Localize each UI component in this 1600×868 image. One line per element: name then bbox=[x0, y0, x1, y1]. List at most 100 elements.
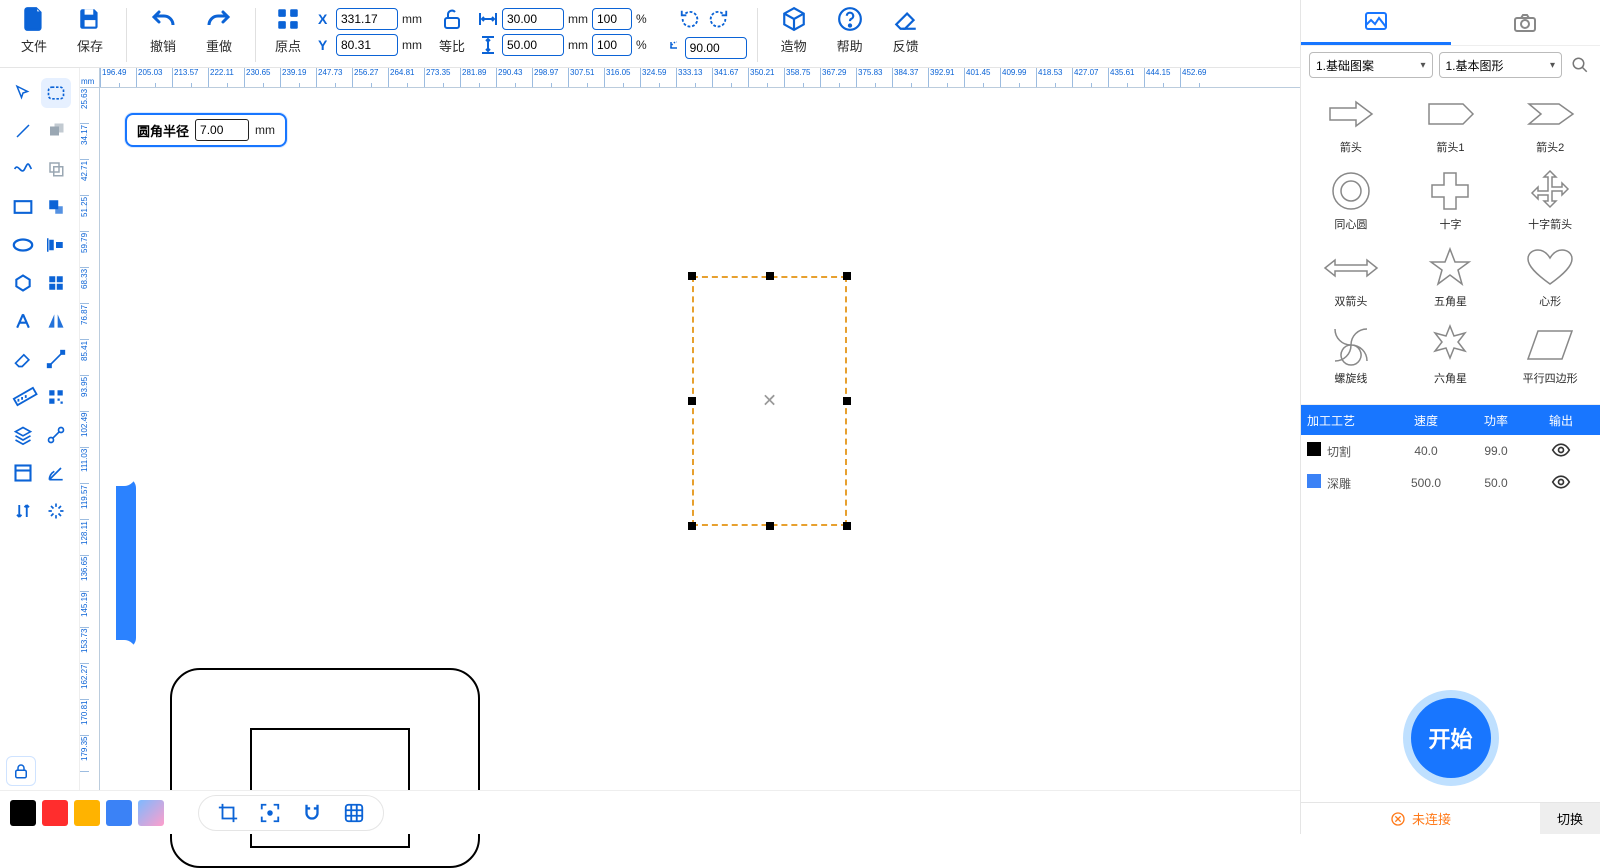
selection-rect[interactable]: ✕ bbox=[692, 276, 847, 526]
ellipse-tool-icon[interactable] bbox=[8, 230, 38, 260]
curve-tool-icon[interactable] bbox=[8, 154, 38, 184]
ruler-h-tick: 316.05 bbox=[604, 68, 640, 87]
ruler-corner: mm bbox=[80, 68, 100, 88]
process-table: 加工工艺 速度 功率 输出 切割40.099.0深雕500.050.0 bbox=[1301, 404, 1600, 499]
color-swatch[interactable] bbox=[74, 800, 100, 826]
width-pct-input[interactable] bbox=[592, 8, 632, 30]
y-input[interactable] bbox=[336, 34, 398, 56]
shape-item[interactable]: 心形 bbox=[1500, 244, 1600, 319]
category-select-2[interactable]: 1.基本图形 bbox=[1439, 52, 1563, 78]
rotate-cw-icon[interactable] bbox=[707, 8, 729, 35]
shape-item[interactable]: 螺旋线 bbox=[1301, 321, 1401, 396]
table-row[interactable]: 深雕500.050.0 bbox=[1301, 467, 1600, 499]
eye-icon[interactable] bbox=[1551, 443, 1571, 457]
color-swatch[interactable] bbox=[10, 800, 36, 826]
x-unit: mm bbox=[402, 12, 422, 26]
rotate-input[interactable] bbox=[685, 37, 747, 59]
ruler-v-tick: 51.25 bbox=[80, 196, 89, 232]
canvas-area[interactable]: mm 196.49205.03213.57222.11230.65239.192… bbox=[80, 68, 1300, 790]
erase-tool-icon[interactable] bbox=[8, 344, 38, 374]
redo-button[interactable]: 重做 bbox=[193, 4, 245, 60]
align-icon[interactable] bbox=[41, 230, 71, 260]
grid-icon[interactable] bbox=[341, 800, 367, 826]
eye-icon[interactable] bbox=[1551, 475, 1571, 489]
height-pct-input[interactable] bbox=[592, 34, 632, 56]
select-tool-icon[interactable] bbox=[8, 78, 38, 108]
tab-camera[interactable] bbox=[1451, 0, 1600, 45]
switch-button[interactable]: 切换 bbox=[1540, 803, 1600, 834]
edit-node-icon[interactable] bbox=[41, 344, 71, 374]
color-swatch[interactable] bbox=[106, 800, 132, 826]
crop-icon[interactable] bbox=[215, 800, 241, 826]
blue-bracket-shape[interactable] bbox=[116, 478, 136, 648]
undo-button[interactable]: 撤销 bbox=[137, 4, 189, 60]
rounded-rect-tool-icon[interactable] bbox=[41, 78, 71, 108]
dual-square-icon[interactable] bbox=[41, 192, 71, 222]
stage[interactable]: 圆角半径 mm ✕ bbox=[100, 88, 1300, 790]
shape-item[interactable]: 箭头1 bbox=[1401, 90, 1501, 165]
origin-button[interactable]: 原点 bbox=[266, 4, 310, 60]
shape-preview-icon bbox=[1321, 92, 1381, 136]
copy-icon[interactable] bbox=[41, 154, 71, 184]
layers-icon[interactable] bbox=[8, 420, 38, 450]
corner-radius-label: 圆角半径 bbox=[137, 121, 189, 140]
text-tool-icon[interactable] bbox=[8, 306, 38, 336]
width-input[interactable] bbox=[502, 8, 564, 30]
shape-item[interactable]: 箭头2 bbox=[1500, 90, 1600, 165]
make-label: 造物 bbox=[781, 36, 807, 55]
protractor-icon[interactable] bbox=[41, 458, 71, 488]
x-input[interactable] bbox=[336, 8, 398, 30]
tab-gallery[interactable] bbox=[1301, 0, 1451, 45]
eraser-icon bbox=[891, 4, 921, 34]
rect-tool-icon[interactable] bbox=[8, 192, 38, 222]
ruler-h-tick: 452.69 bbox=[1180, 68, 1216, 87]
ruler-h-tick: 264.81 bbox=[388, 68, 424, 87]
shape-item[interactable]: 箭头 bbox=[1301, 90, 1401, 165]
help-button[interactable]: 帮助 bbox=[824, 4, 876, 60]
sort-icon[interactable] bbox=[8, 496, 38, 526]
ruler-tool-icon[interactable] bbox=[8, 382, 38, 412]
feedback-button[interactable]: 反馈 bbox=[880, 4, 932, 60]
lock-ratio-button[interactable]: 等比 bbox=[432, 4, 472, 60]
feedback-label: 反馈 bbox=[893, 36, 919, 55]
grid-shape-icon[interactable] bbox=[41, 268, 71, 298]
line-tool-icon[interactable] bbox=[8, 116, 38, 146]
search-icon[interactable] bbox=[1568, 53, 1592, 77]
ruler-h-tick: 196.49 bbox=[100, 68, 136, 87]
shape-item[interactable]: 双箭头 bbox=[1301, 244, 1401, 319]
shape-item[interactable]: 六角星 bbox=[1401, 321, 1501, 396]
shape-label: 心形 bbox=[1539, 293, 1561, 309]
connection-status[interactable]: 未连接 bbox=[1301, 803, 1540, 834]
polygon-tool-icon[interactable] bbox=[8, 268, 38, 298]
table-row[interactable]: 切割40.099.0 bbox=[1301, 435, 1600, 467]
magnet-icon[interactable] bbox=[299, 800, 325, 826]
height-input[interactable] bbox=[502, 34, 564, 56]
disconnected-label: 未连接 bbox=[1412, 809, 1451, 828]
shape-item[interactable]: 十字箭头 bbox=[1500, 167, 1600, 242]
undo-label: 撤销 bbox=[150, 36, 176, 55]
rotate-ccw-icon[interactable] bbox=[679, 8, 701, 35]
color-swatch[interactable] bbox=[42, 800, 68, 826]
category-select-1[interactable]: 1.基础图案 bbox=[1309, 52, 1433, 78]
make-button[interactable]: 造物 bbox=[768, 4, 820, 60]
artboard-icon[interactable] bbox=[8, 458, 38, 488]
burst-icon[interactable] bbox=[41, 496, 71, 526]
path-tool-icon[interactable] bbox=[41, 420, 71, 450]
shape-item[interactable]: 五角星 bbox=[1401, 244, 1501, 319]
qrcode-icon[interactable] bbox=[41, 382, 71, 412]
start-button[interactable]: 开始 bbox=[1403, 690, 1499, 786]
select2-value: 1.基本图形 bbox=[1446, 57, 1504, 74]
color-swatch[interactable] bbox=[138, 800, 164, 826]
shape-item[interactable]: 同心圆 bbox=[1301, 167, 1401, 242]
corner-radius-input[interactable] bbox=[195, 119, 249, 141]
shape-fill-icon[interactable] bbox=[41, 116, 71, 146]
lock-canvas-icon[interactable] bbox=[6, 756, 36, 786]
shape-item[interactable]: 十字 bbox=[1401, 167, 1501, 242]
focus-icon[interactable] bbox=[257, 800, 283, 826]
mirror-icon[interactable] bbox=[41, 306, 71, 336]
file-button[interactable]: 文件 bbox=[8, 4, 60, 60]
shape-item[interactable]: 平行四边形 bbox=[1500, 321, 1600, 396]
ruler-v-tick: 85.41 bbox=[80, 340, 89, 376]
save-button[interactable]: 保存 bbox=[64, 4, 116, 60]
file-label: 文件 bbox=[21, 36, 47, 55]
